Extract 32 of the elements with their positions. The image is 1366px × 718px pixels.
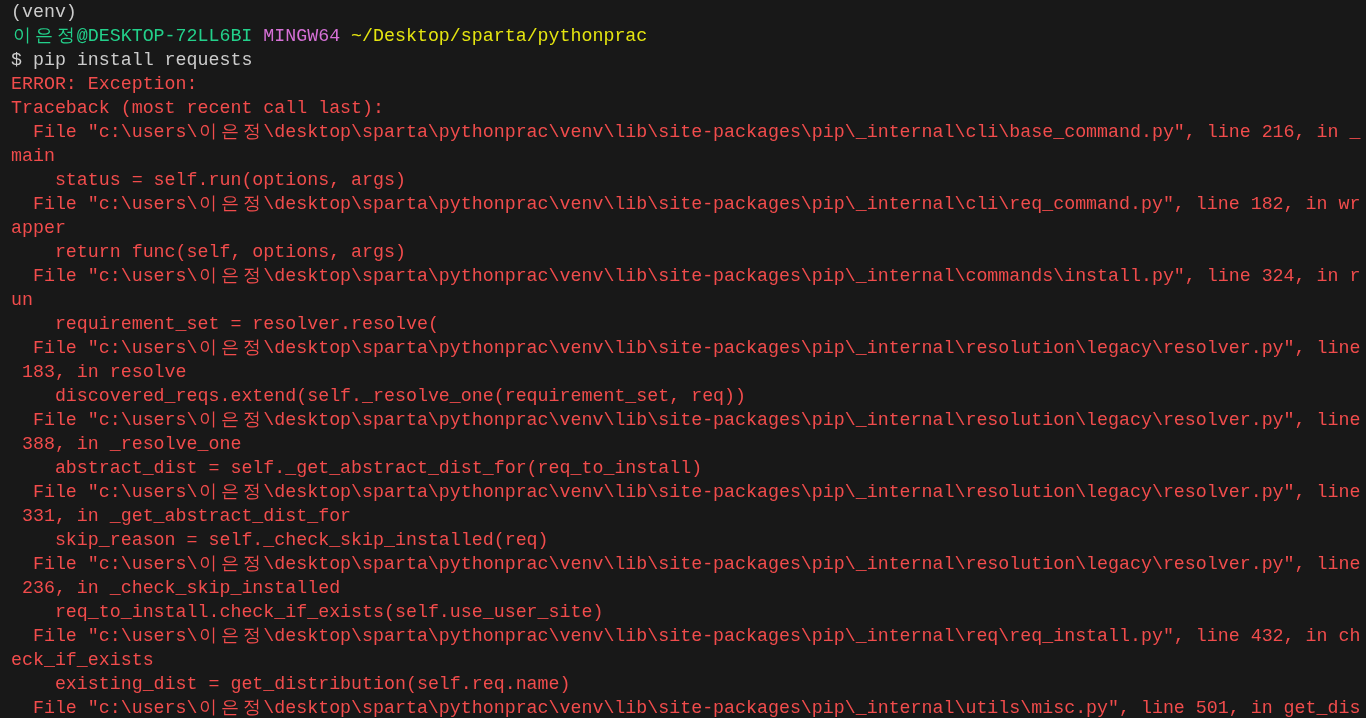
error-line: existing_dist = get_distribution(self.req.name) xyxy=(53,673,572,696)
error-line: abstract_dist = self._get_abstract_dist_for(req_to_install) xyxy=(53,457,704,480)
error-line: File "c:\users\이은정\desktop\sparta\pythonprac\venv\lib\site-packages\pip\_internal\resolution\legacy\resolver.py", line xyxy=(31,337,1362,360)
error-line: return func(self, options, args) xyxy=(53,241,407,264)
error-line: apper xyxy=(11,217,67,240)
error-line: requirement_set = resolver.resolve( xyxy=(53,313,440,336)
error-line: discovered_reqs.extend(self._resolve_one(requirement_set, req)) xyxy=(53,385,748,408)
error-line: 331, in _get_abstract_dist_for xyxy=(20,505,353,528)
error-line: File "c:\users\이은정\desktop\sparta\pythonprac\venv\lib\site-packages\pip\_internal\cli\base_command.py", line 216, in _ xyxy=(31,121,1362,144)
error-line: Traceback (most recent call last): xyxy=(11,97,385,120)
error-line: 236, in _check_skip_installed xyxy=(20,577,342,600)
prompt-system: MINGW64 xyxy=(263,25,341,48)
error-line: ERROR: Exception: xyxy=(11,73,199,96)
prompt-user: 이은정@DESKTOP-72LL6BI xyxy=(11,25,253,48)
prompt-path: ~/Desktop/sparta/pythonprac xyxy=(351,25,648,48)
error-line: un xyxy=(11,289,34,312)
terminal-line: (venv) xyxy=(11,1,78,24)
error-line: skip_reason = self._check_skip_installed(req) xyxy=(53,529,550,552)
error-line: File "c:\users\이은정\desktop\sparta\pythonprac\venv\lib\site-packages\pip\_internal\utils\misc.py", line 501, in get_dis xyxy=(31,697,1362,718)
error-line: File "c:\users\이은정\desktop\sparta\pythonprac\venv\lib\site-packages\pip\_internal\resolution\legacy\resolver.py", line xyxy=(31,481,1362,504)
error-line: File "c:\users\이은정\desktop\sparta\pythonprac\venv\lib\site-packages\pip\_internal\cli\req_command.py", line 182, in wr xyxy=(31,193,1362,216)
terminal-line: $ pip install requests xyxy=(11,49,254,72)
error-line: 388, in _resolve_one xyxy=(20,433,243,456)
error-line: File "c:\users\이은정\desktop\sparta\pythonprac\venv\lib\site-packages\pip\_internal\commands\install.py", line 324, in r xyxy=(31,265,1362,288)
error-line: req_to_install.check_if_exists(self.use_user_site) xyxy=(53,601,605,624)
error-line: File "c:\users\이은정\desktop\sparta\pythonprac\venv\lib\site-packages\pip\_internal\req\req_install.py", line 432, in ch xyxy=(31,625,1362,648)
error-line: status = self.run(options, args) xyxy=(53,169,407,192)
error-line: main xyxy=(11,145,56,168)
error-line: File "c:\users\이은정\desktop\sparta\pythonprac\venv\lib\site-packages\pip\_internal\resolution\legacy\resolver.py", line xyxy=(31,409,1362,432)
error-line: 183, in resolve xyxy=(20,361,188,384)
error-line: File "c:\users\이은정\desktop\sparta\pythonprac\venv\lib\site-packages\pip\_internal\resolution\legacy\resolver.py", line xyxy=(31,553,1362,576)
error-line: eck_if_exists xyxy=(11,649,155,672)
